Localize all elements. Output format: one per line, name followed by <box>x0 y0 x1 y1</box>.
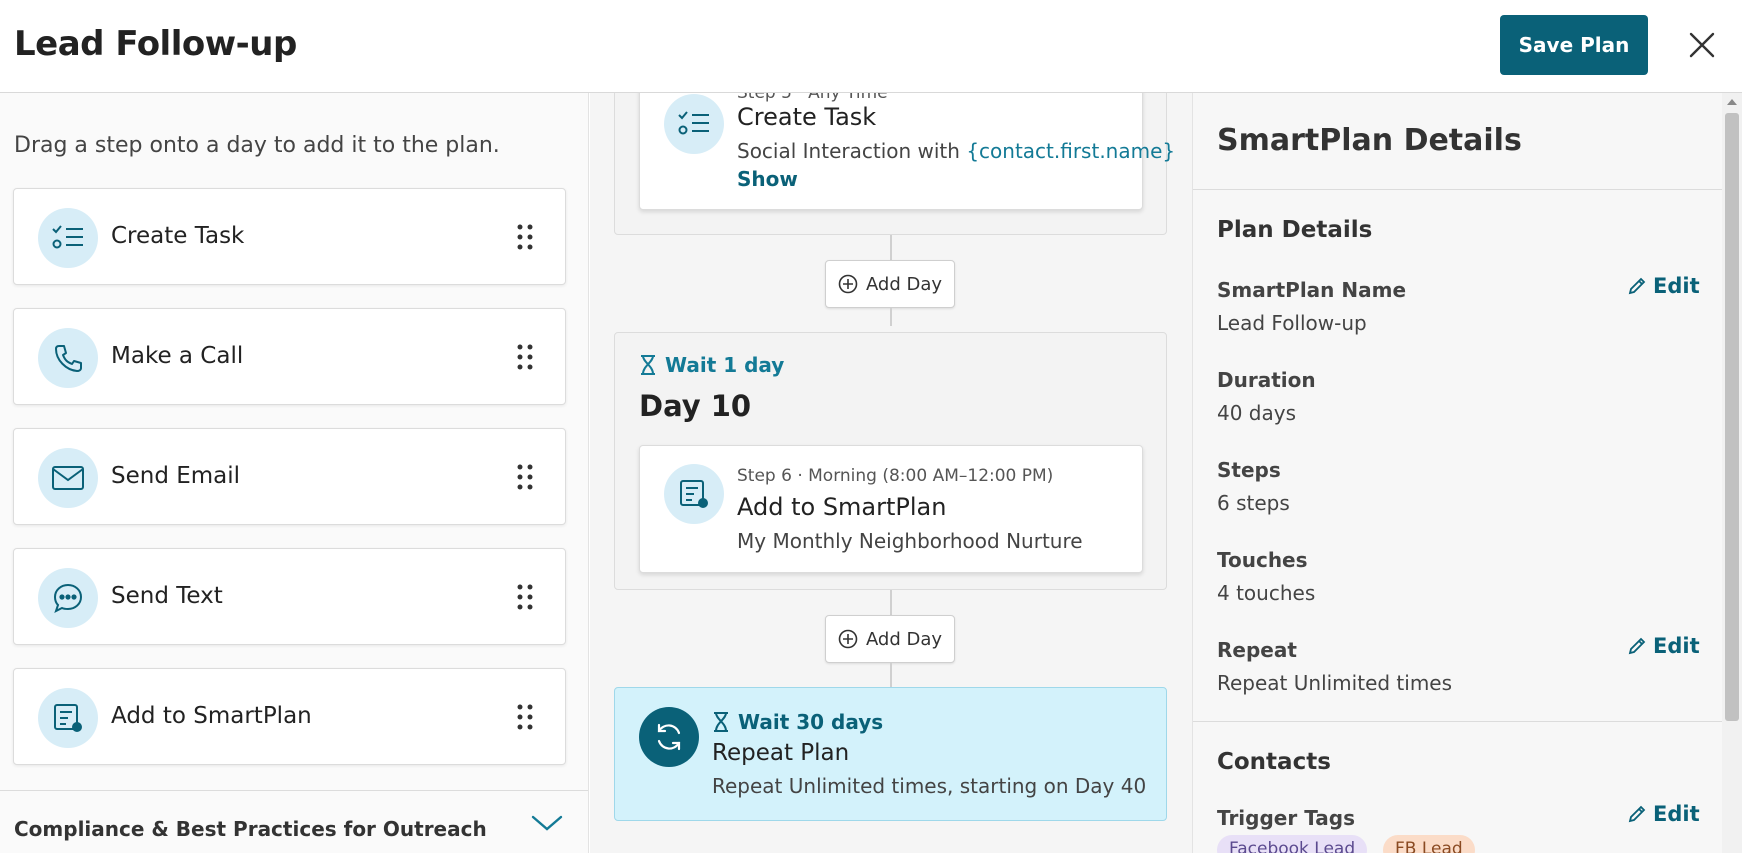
contacts-heading: Contacts <box>1217 749 1331 775</box>
wait-indicator: Wait 30 days <box>712 710 883 734</box>
merge-field-token: {contact.first.name} <box>966 139 1176 163</box>
edit-trigger-tags-link[interactable]: Edit <box>1627 802 1700 826</box>
show-link[interactable]: Show <box>737 167 798 191</box>
repeat-plan-title: Repeat Plan <box>712 740 850 766</box>
touches-label: Touches <box>1217 548 1308 572</box>
palette-step-label: Add to SmartPlan <box>111 703 312 729</box>
pencil-icon <box>1628 805 1646 823</box>
top-bar: Lead Follow-up Save Plan <box>0 0 1742 93</box>
drag-handle-icon[interactable] <box>514 462 536 492</box>
timeline-connector <box>890 308 892 326</box>
steps-label: Steps <box>1217 458 1281 482</box>
palette-step-label: Send Text <box>111 583 223 609</box>
trigger-tag: FB Lead <box>1383 835 1475 853</box>
description-text: Social Interaction with <box>737 139 967 163</box>
save-plan-button[interactable]: Save Plan <box>1500 15 1648 75</box>
task-list-icon <box>38 208 98 268</box>
step-meta: Step 6 · Morning (8:00 AM–12:00 PM) <box>737 466 1054 486</box>
edit-label: Edit <box>1653 634 1700 658</box>
step-palette: Drag a step onto a day to add it to the … <box>0 93 589 853</box>
smartplan-icon <box>664 464 724 524</box>
hourglass-icon <box>641 355 655 375</box>
step-card-add-to-smartplan[interactable]: Step 6 · Morning (8:00 AM–12:00 PM) Add … <box>639 445 1143 573</box>
timeline-connector <box>890 663 892 687</box>
add-day-button[interactable]: Add Day <box>825 615 955 663</box>
day-title: Day 10 <box>639 389 752 423</box>
compliance-accordion[interactable]: Compliance & Best Practices for Outreach <box>0 790 588 853</box>
drag-handle-icon[interactable] <box>514 582 536 612</box>
page-title: Lead Follow-up <box>14 24 297 64</box>
plus-circle-icon <box>838 629 858 649</box>
palette-step-label: Create Task <box>111 223 245 249</box>
close-icon[interactable] <box>1685 28 1719 62</box>
drag-handle-icon[interactable] <box>514 342 536 372</box>
step-title: Create Task <box>737 103 877 131</box>
chat-bubble-icon <box>38 568 98 628</box>
phone-icon <box>38 328 98 388</box>
edit-repeat-link[interactable]: Edit <box>1627 634 1700 658</box>
palette-step-create-task[interactable]: Create Task <box>13 188 566 285</box>
step-title: Add to SmartPlan <box>737 493 947 521</box>
smartplan-icon <box>38 688 98 748</box>
details-header: SmartPlan Details <box>1193 93 1722 190</box>
repeat-icon <box>639 707 699 767</box>
edit-label: Edit <box>1653 274 1700 298</box>
palette-step-send-email[interactable]: Send Email <box>13 428 566 525</box>
steps-value: 6 steps <box>1217 491 1290 515</box>
palette-step-label: Make a Call <box>111 343 244 369</box>
plan-timeline: Step 5 · Any Time Create Task Social Int… <box>590 93 1192 853</box>
wait-label: Wait 1 day <box>665 353 785 377</box>
step-card-create-task[interactable]: Step 5 · Any Time Create Task Social Int… <box>639 93 1175 210</box>
repeat-plan-description: Repeat Unlimited times, starting on Day … <box>712 774 1147 798</box>
scroll-up-arrow-icon[interactable] <box>1727 99 1737 105</box>
compliance-label: Compliance & Best Practices for Outreach <box>14 817 487 841</box>
repeat-value: Repeat Unlimited times <box>1217 671 1453 695</box>
scrollbar-thumb[interactable] <box>1725 113 1739 721</box>
step-meta: Step 5 · Any Time <box>737 93 888 103</box>
plan-details-heading: Plan Details <box>1217 217 1373 243</box>
smartplan-details-panel: SmartPlan Details Plan Details SmartPlan… <box>1192 93 1722 853</box>
wait-label: Wait 30 days <box>738 710 884 734</box>
smartplan-name-label: SmartPlan Name <box>1217 278 1407 302</box>
day-section: Step 5 · Any Time Create Task Social Int… <box>614 93 1175 235</box>
drag-handle-icon[interactable] <box>514 222 536 252</box>
details-scrollbar[interactable] <box>1722 93 1742 853</box>
add-day-label: Add Day <box>865 273 943 295</box>
step-description: Social Interaction with {contact.first.n… <box>737 139 1175 163</box>
add-day-button[interactable]: Add Day <box>825 260 955 308</box>
task-list-icon <box>664 94 724 154</box>
repeat-plan-card[interactable]: Wait 30 days Repeat Plan Repeat Unlimite… <box>614 687 1167 821</box>
pencil-icon <box>1628 637 1646 655</box>
palette-step-make-call[interactable]: Make a Call <box>13 308 566 405</box>
chevron-down-icon[interactable] <box>530 813 564 837</box>
duration-label: Duration <box>1217 368 1316 392</box>
palette-step-add-to-smartplan[interactable]: Add to SmartPlan <box>13 668 566 765</box>
trigger-tags-label: Trigger Tags <box>1217 806 1355 830</box>
palette-step-send-text[interactable]: Send Text <box>13 548 566 645</box>
hourglass-icon <box>714 712 728 732</box>
edit-label: Edit <box>1653 802 1700 826</box>
touches-value: 4 touches <box>1217 581 1316 605</box>
duration-value: 40 days <box>1217 401 1297 425</box>
repeat-label: Repeat <box>1217 638 1297 662</box>
trigger-tag: Facebook Lead <box>1217 835 1368 853</box>
envelope-icon <box>38 448 98 508</box>
drag-handle-icon[interactable] <box>514 702 536 732</box>
day-section-day-10: Wait 1 day Day 10 Step 6 · Morning (8:00… <box>614 332 1167 590</box>
wait-indicator: Wait 1 day <box>639 353 784 377</box>
details-title: SmartPlan Details <box>1217 123 1522 158</box>
palette-step-label: Send Email <box>111 463 241 489</box>
section-divider <box>1193 721 1722 722</box>
add-day-label: Add Day <box>865 628 943 650</box>
pencil-icon <box>1628 277 1646 295</box>
smartplan-name-value: Lead Follow-up <box>1217 311 1367 335</box>
palette-instruction: Drag a step onto a day to add it to the … <box>14 133 500 158</box>
edit-name-link[interactable]: Edit <box>1627 274 1700 298</box>
step-description: My Monthly Neighborhood Nurture <box>737 529 1083 553</box>
plus-circle-icon <box>838 274 858 294</box>
